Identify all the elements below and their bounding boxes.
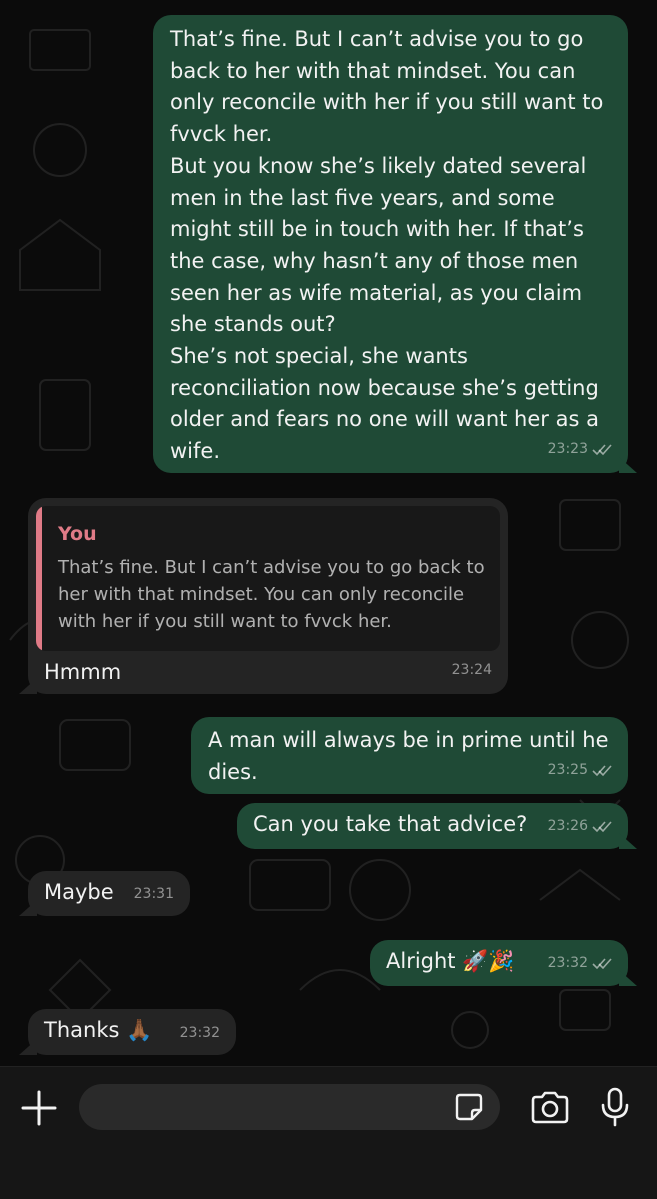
- read-ticks-icon: [592, 958, 612, 970]
- message-meta: 23:24: [452, 655, 492, 687]
- message-bubble-incoming[interactable]: You That’s fine. But I can’t advise you …: [19, 498, 508, 694]
- sticker-icon[interactable]: [454, 1092, 484, 1122]
- message-time: 23:25: [547, 762, 588, 779]
- quote-text: That’s fine. But I can’t advise you to g…: [58, 557, 485, 632]
- composer-bar: [0, 1066, 657, 1199]
- message-time: 23:24: [451, 662, 492, 679]
- read-ticks-icon: [592, 765, 612, 777]
- read-ticks-icon: [592, 821, 612, 833]
- message-bubble-outgoing[interactable]: Alright 🚀🎉 23:32: [370, 940, 637, 986]
- message-meta: 23:32: [548, 948, 612, 980]
- quote-author: You: [58, 523, 97, 545]
- message-text: Hmmm: [44, 660, 122, 684]
- message-bubble-incoming[interactable]: Thanks 🙏🏾 23:32: [19, 1009, 236, 1055]
- message-meta: 23:23: [548, 434, 612, 466]
- message-time: 23:31: [133, 886, 174, 903]
- microphone-icon[interactable]: [600, 1087, 630, 1127]
- message-bubble-outgoing[interactable]: A man will always be in prime until he d…: [191, 717, 628, 794]
- message-bubble-incoming[interactable]: Maybe 23:31: [19, 871, 190, 916]
- plus-icon[interactable]: [20, 1089, 58, 1127]
- message-bubble-outgoing[interactable]: Can you take that advice? 23:26: [237, 803, 637, 849]
- read-ticks-icon: [592, 444, 612, 456]
- message-input[interactable]: [79, 1084, 500, 1130]
- message-time: 23:32: [547, 955, 588, 972]
- camera-icon[interactable]: [529, 1091, 571, 1125]
- message-text: That’s fine. But I can’t advise you to g…: [170, 27, 604, 464]
- message-meta: 23:31: [134, 879, 174, 911]
- message-time: 23:32: [179, 1025, 220, 1042]
- message-bubble-outgoing[interactable]: That’s fine. But I can’t advise you to g…: [153, 15, 637, 473]
- message-meta: 23:32: [180, 1018, 220, 1050]
- message-meta: 23:25: [548, 755, 612, 787]
- chat-area[interactable]: That’s fine. But I can’t advise you to g…: [0, 0, 657, 1066]
- message-meta: 23:26: [548, 811, 612, 843]
- message-time: 23:23: [547, 441, 588, 458]
- quoted-message[interactable]: You That’s fine. But I can’t advise you …: [36, 506, 500, 651]
- message-time: 23:26: [547, 818, 588, 835]
